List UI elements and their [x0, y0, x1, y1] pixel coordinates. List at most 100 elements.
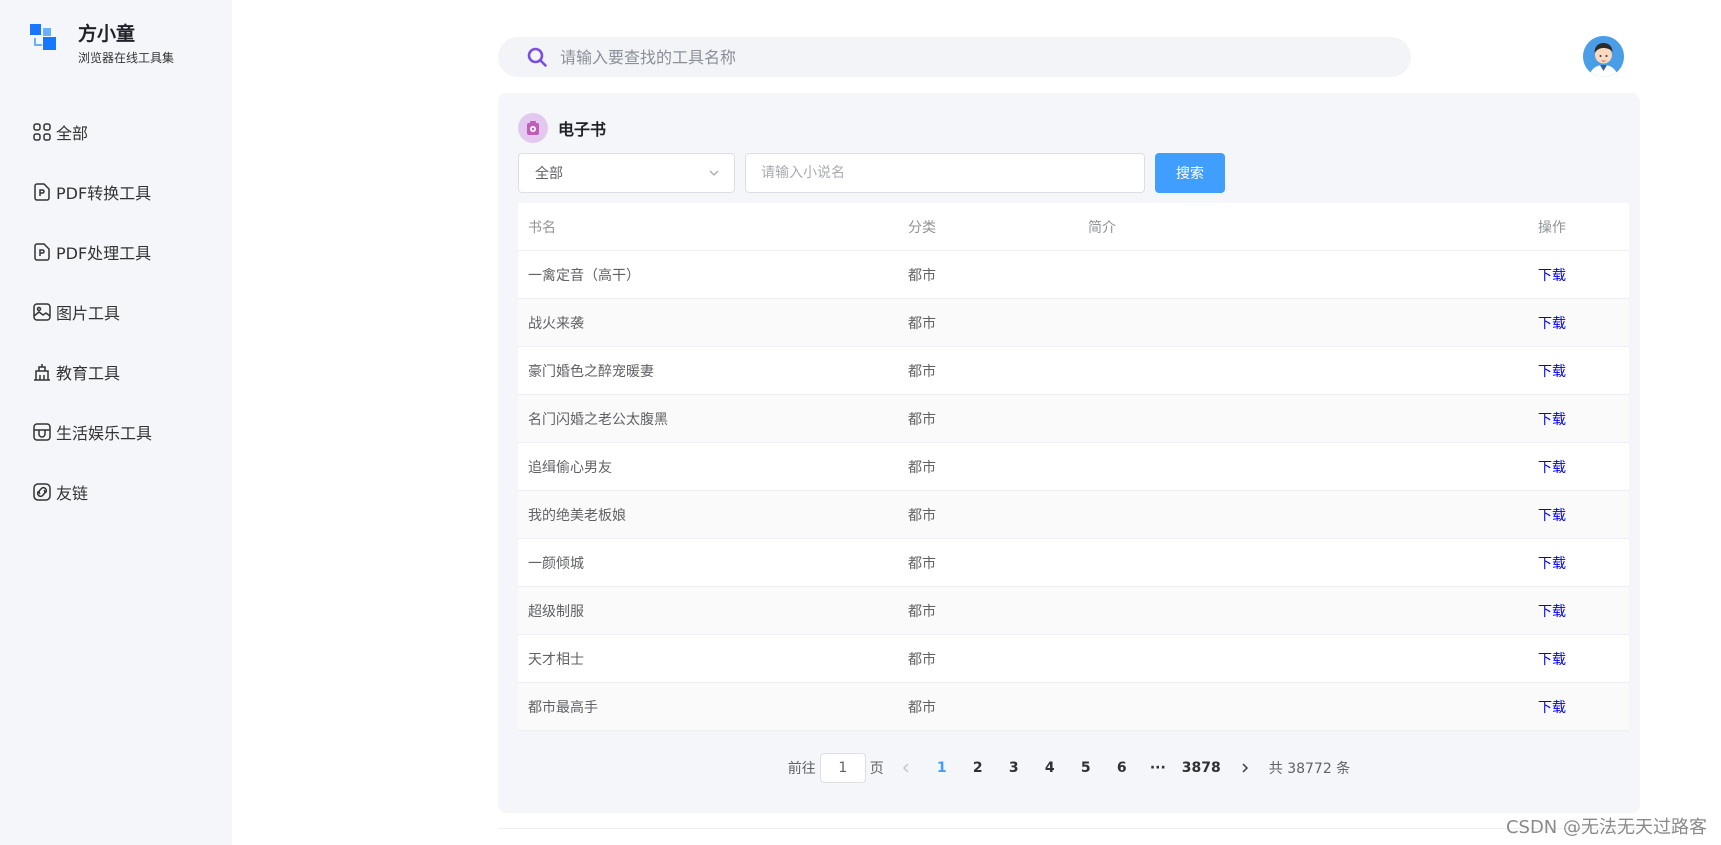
- sidebar-item-label: PDF处理工具: [56, 244, 152, 263]
- novel-name-input[interactable]: [745, 153, 1145, 193]
- book-category-cell: 都市: [908, 603, 936, 620]
- brand[interactable]: 方小童 浏览器在线工具集: [30, 22, 174, 66]
- download-link[interactable]: 下载: [1528, 601, 1629, 621]
- page-1[interactable]: 1: [925, 754, 958, 782]
- book-title-cell: 豪门婚色之醉宠暖妻: [528, 363, 654, 380]
- download-link[interactable]: 下载: [1528, 361, 1629, 381]
- download-link[interactable]: 下载: [1528, 457, 1629, 477]
- column-header-category: 分类: [908, 219, 936, 236]
- filter-row: 全部 搜索: [518, 153, 1225, 193]
- brand-name: 方小童: [78, 23, 136, 45]
- prev-page-button[interactable]: [889, 754, 922, 782]
- book-category-cell: 都市: [908, 555, 936, 572]
- logo-icon: [30, 24, 58, 52]
- chevron-right-icon: [1242, 763, 1248, 773]
- sidebar-item-label: 友链: [56, 484, 89, 503]
- sidebar: 方小童 浏览器在线工具集 全部 PDF转换工具 PDF处理工具 图片工具 教育工…: [0, 0, 232, 845]
- column-header-intro: 简介: [1088, 219, 1116, 236]
- search-icon: [527, 47, 547, 67]
- table-row: 一颜倾城 都市 下载: [518, 539, 1629, 587]
- store-icon: [33, 423, 51, 441]
- sidebar-item-pdf-process[interactable]: PDF处理工具: [32, 222, 152, 282]
- page-3[interactable]: 3: [997, 754, 1030, 782]
- sidebar-item-links[interactable]: 友链: [32, 462, 152, 522]
- table-row: 我的绝美老板娘 都市 下载: [518, 491, 1629, 539]
- watermark: CSDN @无法无天过路客: [1505, 817, 1707, 838]
- sidebar-item-education[interactable]: 教育工具: [32, 342, 152, 402]
- table-row: 追缉偷心男友 都市 下载: [518, 443, 1629, 491]
- book-title-cell: 都市最高手: [528, 699, 598, 716]
- page-5[interactable]: 5: [1069, 754, 1102, 782]
- total-count: 共 38772 条: [1268, 761, 1351, 777]
- download-link[interactable]: 下载: [1528, 265, 1629, 285]
- table-header-row: 书名 分类 简介 操作: [518, 203, 1629, 251]
- goto-suffix: 页: [869, 761, 884, 777]
- tool-search-input[interactable]: [560, 47, 1360, 67]
- pagination: 前往 页 1 2 3 4 5 6 ··· 3878 共 38772 条: [498, 753, 1640, 783]
- tool-search-bar[interactable]: [498, 37, 1411, 77]
- book-category-cell: 都市: [908, 411, 936, 428]
- page-2[interactable]: 2: [961, 754, 994, 782]
- ebook-panel: 电子书 全部 搜索 书名 分类 简介 操作 一禽定音（高干）都市下载战火来袭都市…: [498, 93, 1640, 813]
- user-avatar-icon: [1583, 36, 1624, 77]
- grid-icon: [33, 123, 51, 141]
- sidebar-item-label: 教育工具: [56, 364, 121, 383]
- panel-title: 电子书: [558, 120, 607, 139]
- book-title-cell: 追缉偷心男友: [528, 459, 612, 476]
- sidebar-item-label: 图片工具: [56, 304, 121, 323]
- book-title-cell: 名门闪婚之老公太腹黑: [528, 411, 668, 428]
- category-select[interactable]: 全部: [518, 153, 735, 193]
- chevron-down-icon: [709, 170, 719, 176]
- table-row: 天才相士 都市 下载: [518, 635, 1629, 683]
- book-category-cell: 都市: [908, 315, 936, 332]
- goto-page-input[interactable]: [819, 753, 866, 783]
- sidebar-item-label: 全部: [56, 124, 89, 143]
- sidebar-item-label: 生活娱乐工具: [56, 424, 153, 443]
- panel-header: 电子书: [518, 113, 606, 143]
- book-title-cell: 一禽定音（高干）: [528, 267, 640, 284]
- book-title-cell: 天才相士: [528, 651, 584, 668]
- next-page-button[interactable]: [1228, 754, 1261, 782]
- pdf-icon: [34, 183, 50, 201]
- more-pages-ellipsis[interactable]: ···: [1141, 754, 1174, 782]
- download-link[interactable]: 下载: [1528, 697, 1629, 717]
- book-category-cell: 都市: [908, 459, 936, 476]
- book-title-cell: 我的绝美老板娘: [528, 507, 626, 524]
- pdf-icon: [34, 243, 50, 261]
- download-link[interactable]: 下载: [1528, 313, 1629, 333]
- book-title-cell: 超级制服: [528, 603, 584, 620]
- sidebar-nav: 全部 PDF转换工具 PDF处理工具 图片工具 教育工具 生活娱乐工具 友链: [32, 102, 152, 522]
- table-row: 都市最高手 都市 下载: [518, 683, 1629, 731]
- book-category-cell: 都市: [908, 363, 936, 380]
- image-icon: [33, 303, 51, 321]
- book-category-cell: 都市: [908, 267, 936, 284]
- avatar[interactable]: [1583, 36, 1624, 77]
- download-link[interactable]: 下载: [1528, 505, 1629, 525]
- chevron-left-icon: [902, 763, 909, 773]
- sidebar-item-image[interactable]: 图片工具: [32, 282, 152, 342]
- table-row: 一禽定音（高干） 都市 下载: [518, 251, 1629, 299]
- table-row: 豪门婚色之醉宠暖妻 都市 下载: [518, 347, 1629, 395]
- download-link[interactable]: 下载: [1528, 649, 1629, 669]
- table-row: 战火来袭 都市 下载: [518, 299, 1629, 347]
- sidebar-item-all[interactable]: 全部: [32, 102, 152, 162]
- sidebar-item-life[interactable]: 生活娱乐工具: [32, 402, 152, 462]
- book-title-cell: 战火来袭: [528, 315, 584, 332]
- ebook-table: 书名 分类 简介 操作 一禽定音（高干） 都市 下载 战火来袭 都市 下载 豪门婚色之醉宠暖…: [518, 203, 1629, 731]
- download-link[interactable]: 下载: [1528, 553, 1629, 573]
- table-row: 超级制服 都市 下载: [518, 587, 1629, 635]
- page-4[interactable]: 4: [1033, 754, 1066, 782]
- education-icon: [34, 364, 50, 381]
- page-last[interactable]: 3878: [1177, 754, 1225, 782]
- sidebar-item-label: PDF转换工具: [56, 184, 152, 203]
- book-category-cell: 都市: [908, 651, 936, 668]
- category-select-value: 全部: [535, 166, 563, 182]
- link-icon: [33, 483, 51, 501]
- download-link[interactable]: 下载: [1528, 409, 1629, 429]
- search-button[interactable]: 搜索: [1155, 153, 1225, 193]
- sidebar-item-pdf-convert[interactable]: PDF转换工具: [32, 162, 152, 222]
- brand-subtitle: 浏览器在线工具集: [78, 51, 175, 65]
- page-6[interactable]: 6: [1105, 754, 1138, 782]
- book-category-cell: 都市: [908, 699, 936, 716]
- divider: [498, 828, 1640, 829]
